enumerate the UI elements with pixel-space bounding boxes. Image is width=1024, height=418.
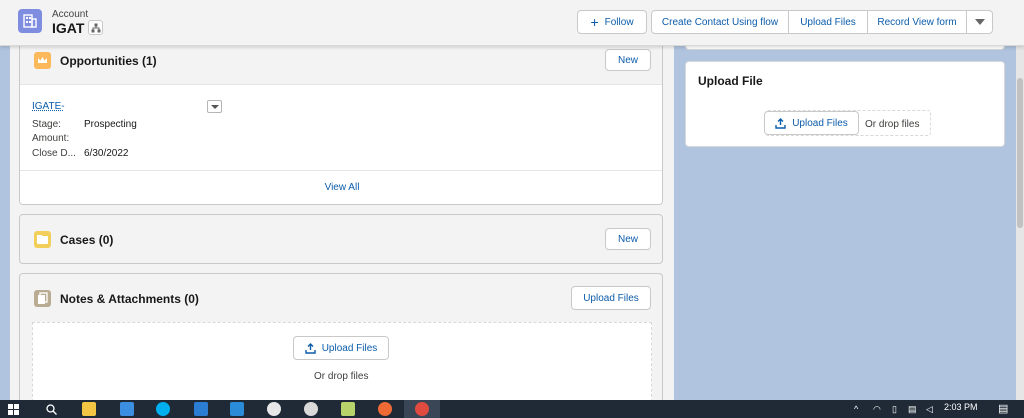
upload-file-card: Upload File Upload Files Or drop files bbox=[685, 61, 1005, 147]
view-all-footer: View All bbox=[20, 170, 662, 204]
mail-icon[interactable] bbox=[194, 402, 208, 416]
new-opportunity-button[interactable]: New bbox=[605, 49, 651, 71]
file-explorer-icon[interactable] bbox=[82, 402, 96, 416]
hierarchy-icon bbox=[91, 23, 101, 33]
stage-value: Prospecting bbox=[84, 119, 137, 130]
more-actions-button[interactable] bbox=[966, 10, 993, 34]
account-icon bbox=[18, 9, 42, 33]
upload-file-card-label: Upload Files bbox=[792, 117, 848, 129]
notes-or-drop-text: Or drop files bbox=[314, 371, 369, 382]
upload-icon bbox=[775, 117, 786, 129]
notes-drop-zone[interactable]: Upload Files Or drop files bbox=[32, 322, 652, 400]
upload-file-or-drop-text: Or drop files bbox=[865, 119, 920, 130]
skype-icon[interactable] bbox=[156, 402, 170, 416]
paint-icon[interactable] bbox=[304, 402, 318, 416]
show-hidden-icons-chevron-icon[interactable]: ^ bbox=[854, 405, 858, 414]
close-date-label: Close D... bbox=[32, 148, 76, 159]
windows-taskbar: ^ ◠ ▯ ▤ ◁ 2:03 PM ▤ bbox=[0, 400, 1024, 418]
record-header: Account IGAT + Follow Create Contact Usi… bbox=[0, 0, 1024, 46]
cases-card: Cases (0) New bbox=[19, 214, 663, 264]
taskbar-clock[interactable]: 2:03 PM bbox=[944, 403, 978, 412]
notifications-icon[interactable]: ▤ bbox=[998, 404, 1008, 415]
windows-start-icon[interactable] bbox=[8, 404, 19, 415]
drop-zone-upload-files-button[interactable]: Upload Files bbox=[293, 336, 389, 360]
opportunities-card: Opportunities (1) New IGATE- Stage: Pros… bbox=[19, 46, 663, 205]
upload-file-card-button[interactable]: Upload Files bbox=[764, 111, 859, 135]
follow-button[interactable]: + Follow bbox=[577, 10, 647, 34]
create-contact-flow-button[interactable]: Create Contact Using flow bbox=[651, 10, 789, 34]
folder-icon bbox=[34, 231, 51, 248]
notes-attachments-card: Notes & Attachments (0) Upload Files Upl… bbox=[19, 273, 663, 400]
search-icon[interactable] bbox=[46, 404, 57, 415]
close-date-value: 6/30/2022 bbox=[84, 148, 129, 159]
notes-upload-files-button[interactable]: Upload Files bbox=[571, 286, 651, 310]
wifi-icon[interactable]: ◠ bbox=[873, 405, 881, 414]
volume-icon[interactable]: ◁ bbox=[926, 405, 933, 414]
opportunities-card-header: Opportunities (1) New bbox=[20, 46, 662, 84]
view-all-link[interactable]: View All bbox=[20, 182, 662, 193]
opportunity-list: IGATE- Stage: Prospecting Amount: Close … bbox=[20, 84, 662, 170]
opportunity-name-link[interactable]: IGATE- bbox=[32, 101, 65, 112]
crown-icon bbox=[34, 52, 51, 69]
upload-icon bbox=[305, 342, 316, 354]
record-view-form-button[interactable]: Record View form bbox=[867, 10, 967, 34]
object-type-label: Account bbox=[52, 9, 89, 20]
plus-icon: + bbox=[590, 14, 599, 30]
opportunities-title[interactable]: Opportunities (1) bbox=[60, 54, 157, 68]
chrome-icon[interactable] bbox=[415, 402, 429, 416]
view-hierarchy-button[interactable] bbox=[88, 20, 103, 35]
scrollbar-thumb[interactable] bbox=[1017, 78, 1023, 228]
slack-icon[interactable] bbox=[267, 402, 281, 416]
follow-label: Follow bbox=[604, 16, 634, 28]
store-icon[interactable] bbox=[120, 402, 134, 416]
vscode-icon[interactable] bbox=[230, 402, 244, 416]
battery-icon[interactable]: ▯ bbox=[892, 405, 897, 414]
upload-file-title: Upload File bbox=[698, 74, 763, 88]
attachment-icon bbox=[34, 290, 51, 307]
header-upload-files-button[interactable]: Upload Files bbox=[788, 10, 868, 34]
opportunity-row-menu-button[interactable] bbox=[207, 100, 222, 113]
network-icon[interactable]: ▤ bbox=[908, 405, 917, 414]
record-name: IGAT bbox=[52, 20, 85, 36]
notes-title[interactable]: Notes & Attachments (0) bbox=[60, 292, 199, 306]
new-case-button[interactable]: New bbox=[605, 228, 651, 250]
chevron-down-icon bbox=[974, 19, 985, 25]
postman-icon[interactable] bbox=[378, 402, 392, 416]
amount-label: Amount: bbox=[32, 133, 70, 144]
stage-label: Stage: bbox=[32, 119, 61, 130]
notepad-icon[interactable] bbox=[341, 402, 355, 416]
drop-zone-upload-label: Upload Files bbox=[321, 342, 378, 354]
cases-title[interactable]: Cases (0) bbox=[60, 233, 113, 247]
